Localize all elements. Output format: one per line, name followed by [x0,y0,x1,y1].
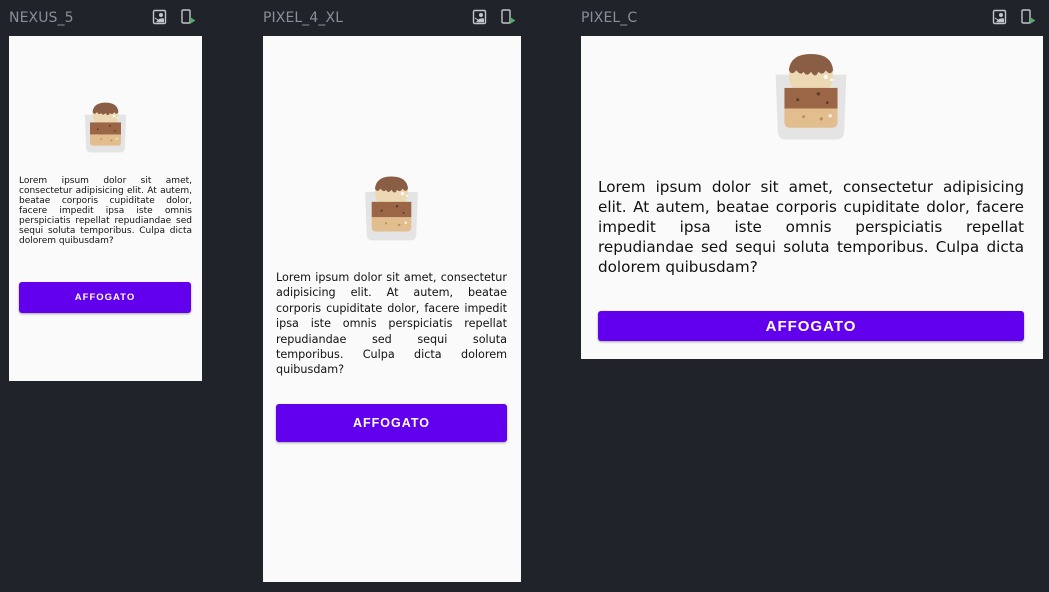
device-run-icon[interactable] [1020,9,1036,25]
affogato-button[interactable]: AFFOGATO [598,311,1024,341]
affogato-button[interactable]: AFFOGATO [276,404,507,442]
device-screen-pixel-4-xl: Lorem ipsum dolor sit amet, consectetur … [263,36,521,582]
device-header-pixel-c: PIXEL_C [581,0,1043,26]
device-name-label: PIXEL_C [581,10,638,26]
device-screen-nexus-5: Lorem ipsum dolor sit amet, consectetur … [9,36,202,381]
affogato-image [364,176,419,242]
device-name-label: NEXUS_5 [9,10,74,26]
description-text: Lorem ipsum dolor sit amet, consectetur … [598,178,1024,276]
device-header-nexus-5: NEXUS_5 [9,0,202,26]
portrait-orientation-icon[interactable] [152,9,168,25]
device-name-label: PIXEL_4_XL [263,10,344,26]
portrait-orientation-icon[interactable] [992,9,1008,25]
device-screen-pixel-c: Lorem ipsum dolor sit amet, consectetur … [581,36,1043,359]
portrait-orientation-icon[interactable] [472,9,488,25]
description-text: Lorem ipsum dolor sit amet, consectetur … [276,271,507,377]
device-run-icon[interactable] [180,9,196,25]
device-run-icon[interactable] [500,9,516,25]
device-header-pixel-4-xl: PIXEL_4_XL [263,0,521,26]
description-text: Lorem ipsum dolor sit amet, consectetur … [19,176,192,246]
affogato-image [774,54,848,141]
affogato-image [84,102,127,154]
affogato-button[interactable]: AFFOGATO [19,282,191,313]
